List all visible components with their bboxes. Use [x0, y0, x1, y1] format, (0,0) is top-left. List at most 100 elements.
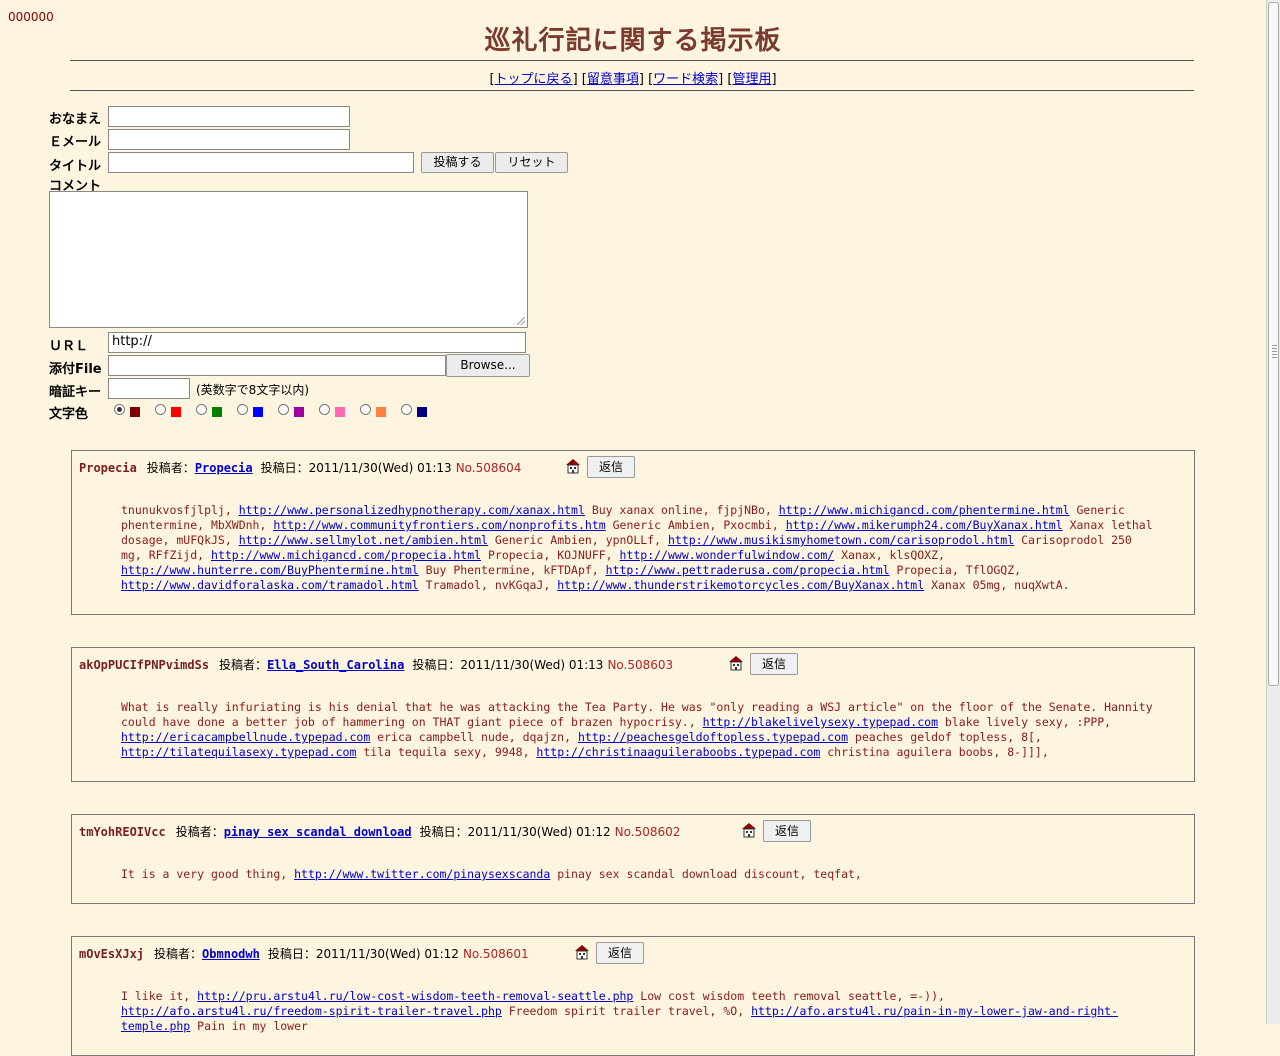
- post-body-link[interactable]: http://www.michigancd.com/phentermine.ht…: [779, 503, 1070, 517]
- color-radio-6[interactable]: [360, 404, 371, 415]
- post-subject: tmYohREOIVcc: [79, 825, 166, 839]
- post-body-link[interactable]: http://www.sellmylot.net/ambien.html: [239, 533, 488, 547]
- post-body-link[interactable]: http://www.davidforalaska.com/tramadol.h…: [121, 578, 419, 592]
- file-input[interactable]: [108, 355, 446, 376]
- color-radio-2[interactable]: [196, 404, 207, 415]
- comment-textarea[interactable]: [49, 191, 528, 328]
- title-input[interactable]: [108, 152, 414, 173]
- post-body-text: peaches geldof topless, 8[,: [848, 730, 1042, 744]
- post-body-text: I like it,: [121, 989, 198, 1003]
- post-body-text: Buy xanax online, fjpjNBo,: [584, 503, 779, 517]
- post-body-text: Pain in my lower: [190, 1019, 308, 1033]
- post-card: Propecia 投稿者：Propecia 投稿日：2011/11/30(Wed) …: [71, 450, 1195, 615]
- nav-top-link[interactable]: トップに戻る: [495, 72, 573, 87]
- post-body: What is really infuriating is his denial…: [121, 700, 1154, 760]
- color-swatch-2: [212, 407, 222, 417]
- home-icon[interactable]: [728, 655, 744, 671]
- reply-button[interactable]: 返信: [750, 653, 798, 675]
- home-icon[interactable]: [574, 944, 590, 960]
- post-number: No.508603: [607, 658, 674, 672]
- reply-button[interactable]: 返信: [596, 942, 644, 964]
- post-body: It is a very good thing, http://www.twit…: [121, 867, 1154, 882]
- color-swatch-4: [294, 407, 304, 417]
- key-note: (英数字で8文字以内): [196, 383, 309, 397]
- post-body-text: Xanax, klsQOXZ,: [834, 548, 945, 562]
- post-subject: akOpPUCIfPNPvimdSs: [79, 658, 210, 672]
- post-body-text: Xanax 05mg, nuqXwtA.: [924, 578, 1070, 592]
- post-card: mOvEsXJxj 投稿者：Obmnodwh 投稿日：2011/11/30(Wed)…: [71, 936, 1195, 1056]
- color-radio-3[interactable]: [237, 404, 248, 415]
- nav-admin-link[interactable]: 管理用: [732, 72, 771, 87]
- key-label: 暗証キー: [49, 385, 102, 400]
- post-body-text: Propecia, TflOGQZ,: [889, 563, 1022, 577]
- scrollbar-grip-icon: [1272, 345, 1277, 359]
- post-body: tnunukvosfjlplj, http://www.personalized…: [121, 503, 1154, 593]
- nav-links: [トップに戻る] [留意事項] [ワード検索] [管理用]: [489, 72, 777, 87]
- post-date: 投稿日：2011/11/30(Wed) 01:13: [260, 461, 452, 475]
- post-body-text: Buy Phentermine, kFTDApf,: [418, 563, 606, 577]
- post-body-link[interactable]: http://www.twitter.com/pinaysexscanda: [294, 867, 550, 881]
- color-radio-0[interactable]: [114, 404, 125, 415]
- post-body-link[interactable]: http://www.personalizedhypnotherapy.com/…: [239, 503, 585, 517]
- url-input[interactable]: http://: [108, 332, 526, 353]
- color-label: 文字色: [49, 407, 89, 422]
- reply-button[interactable]: 返信: [587, 456, 635, 478]
- name-label: おなまえ: [49, 112, 102, 127]
- post-author-label: 投稿者：: [175, 825, 224, 839]
- post-author-link[interactable]: Propecia: [195, 461, 253, 475]
- post-body-link[interactable]: http://www.musikismyhometown.com/carisop…: [668, 533, 1014, 547]
- email-label: Ｅメール: [49, 135, 102, 150]
- reply-button[interactable]: 返信: [763, 820, 811, 842]
- post-author-link[interactable]: pinay sex scandal download: [224, 825, 412, 839]
- post-body-link[interactable]: http://afo.arstu4l.ru/freedom-spirit-tra…: [121, 1004, 502, 1018]
- post-body-link[interactable]: http://pru.arstu4l.ru/low-cost-wisdom-te…: [197, 989, 633, 1003]
- post-date: 投稿日：2011/11/30(Wed) 01:12: [419, 825, 611, 839]
- scrollbar-thumb[interactable]: [1268, 2, 1279, 686]
- post-body-text: It is a very good thing,: [121, 867, 295, 881]
- post-body-text: Generic Ambien, ypnOLLf,: [487, 533, 668, 547]
- post-body-link[interactable]: http://ericacampbellnude.typepad.com: [121, 730, 370, 744]
- post-subject: Propecia: [79, 461, 137, 475]
- post-body-link[interactable]: http://tilatequilasexy.typepad.com: [121, 745, 356, 759]
- nav-notes-link[interactable]: 留意事項: [587, 72, 639, 87]
- vertical-scrollbar[interactable]: [1266, 0, 1280, 1024]
- color-swatch-3: [253, 407, 263, 417]
- name-input[interactable]: [108, 106, 350, 127]
- post-body-text: Tramadol, nvKGqaJ,: [418, 578, 558, 592]
- home-icon[interactable]: [565, 458, 581, 474]
- post-body-text: erica campbell nude, dqajzn,: [370, 730, 578, 744]
- color-radio-1[interactable]: [155, 404, 166, 415]
- post-body-link[interactable]: http://www.hunterre.com/BuyPhentermine.h…: [121, 563, 419, 577]
- post-body-link[interactable]: http://christinaaguileraboobs.typepad.co…: [536, 745, 820, 759]
- color-radio-7[interactable]: [401, 404, 412, 415]
- reset-button[interactable]: リセット: [495, 152, 568, 173]
- post-body-link[interactable]: http://www.michigancd.com/propecia.html: [211, 548, 481, 562]
- post-author-link[interactable]: Obmnodwh: [202, 947, 260, 961]
- nav-search-link[interactable]: ワード検索: [653, 72, 718, 87]
- divider-top: [70, 60, 1194, 61]
- submit-button[interactable]: 投稿する: [421, 152, 494, 173]
- post-header: mOvEsXJxj 投稿者：Obmnodwh 投稿日：2011/11/30(Wed)…: [79, 945, 529, 962]
- color-swatch-5: [335, 407, 345, 417]
- browse-button[interactable]: Browse...: [446, 354, 530, 377]
- post-author-label: 投稿者：: [146, 461, 195, 475]
- post-body-link[interactable]: http://www.wonderfulwindow.com/: [620, 548, 835, 562]
- home-icon[interactable]: [741, 822, 757, 838]
- post-body-link[interactable]: http://www.mikerumph24.com/BuyXanax.html: [786, 518, 1063, 532]
- url-label: ＵＲＬ: [49, 339, 89, 354]
- post-body-link[interactable]: http://peachesgeldoftopless.typepad.com: [578, 730, 848, 744]
- post-body-link[interactable]: http://blakelivelysexy.typepad.com: [703, 715, 938, 729]
- resize-grip-icon[interactable]: [517, 317, 525, 325]
- post-number: No.508604: [455, 461, 522, 475]
- password-key-input[interactable]: [108, 378, 190, 399]
- post-body-link[interactable]: http://www.thunderstrikemotorcycles.com/…: [557, 578, 924, 592]
- post-body-link[interactable]: http://www.pettraderusa.com/propecia.htm…: [606, 563, 890, 577]
- post-author-label: 投稿者：: [154, 947, 203, 961]
- post-body-text: Propecia, KOJNUFF,: [481, 548, 620, 562]
- email-input[interactable]: [108, 129, 350, 150]
- post-author-link[interactable]: Ella_South_Carolina: [267, 658, 404, 672]
- color-radio-5[interactable]: [319, 404, 330, 415]
- color-swatch-6: [376, 407, 386, 417]
- post-body-link[interactable]: http://www.communityfrontiers.com/nonpro…: [273, 518, 605, 532]
- color-radio-4[interactable]: [278, 404, 289, 415]
